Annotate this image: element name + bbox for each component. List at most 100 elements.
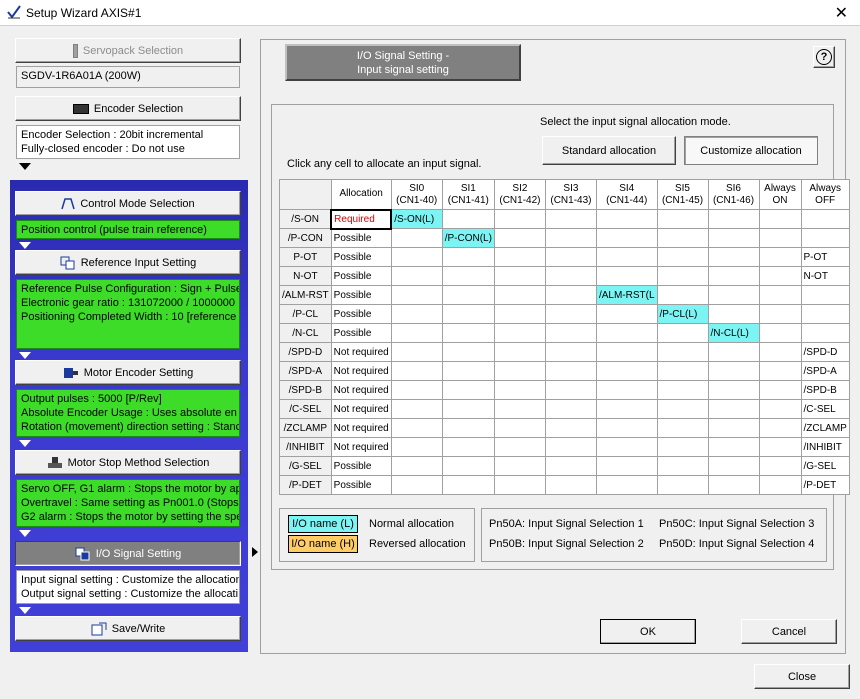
encoder-selection-button[interactable]: Encoder Selection (15, 96, 241, 121)
allocation-cell[interactable] (493, 456, 546, 476)
save-write-button[interactable]: Save/Write (15, 616, 241, 641)
allocation-cell[interactable] (758, 304, 802, 324)
allocation-cell[interactable] (595, 361, 658, 381)
allocation-cell[interactable] (390, 380, 443, 400)
allocation-cell[interactable] (595, 399, 658, 419)
allocation-cell[interactable] (758, 285, 802, 305)
allocation-cell[interactable] (493, 380, 546, 400)
allocation-cell[interactable] (595, 437, 658, 457)
allocation-cell[interactable] (390, 437, 443, 457)
allocation-cell[interactable] (544, 418, 597, 438)
allocation-cell[interactable] (656, 380, 709, 400)
allocation-cell[interactable] (595, 228, 658, 248)
allocation-cell[interactable]: /P-CON(L) (441, 228, 495, 248)
allocation-cell[interactable] (656, 475, 709, 495)
reference-input-button[interactable]: Reference Input Setting (15, 250, 241, 275)
close-icon[interactable]: ✕ (835, 3, 848, 23)
allocation-cell[interactable] (758, 399, 802, 419)
allocation-cell[interactable] (656, 323, 709, 343)
allocation-cell[interactable] (595, 209, 658, 229)
allocation-cell[interactable] (707, 418, 760, 438)
allocation-cell[interactable]: /S-ON(L) (390, 209, 443, 229)
allocation-cell[interactable] (544, 380, 597, 400)
allocation-cell[interactable] (656, 342, 709, 362)
allocation-cell[interactable] (595, 304, 658, 324)
allocation-cell[interactable] (758, 209, 802, 229)
allocation-cell[interactable] (595, 475, 658, 495)
customize-allocation-button[interactable]: Customize allocation (684, 136, 818, 165)
control-mode-button[interactable]: Control Mode Selection (15, 191, 241, 216)
allocation-cell[interactable] (758, 380, 802, 400)
allocation-cell[interactable] (758, 456, 802, 476)
ok-button[interactable]: OK (600, 619, 696, 644)
allocation-cell[interactable] (544, 209, 597, 229)
allocation-cell[interactable] (707, 361, 760, 381)
allocation-cell[interactable] (595, 342, 658, 362)
allocation-cell[interactable] (493, 266, 546, 286)
allocation-cell[interactable] (441, 266, 495, 286)
allocation-cell[interactable] (595, 266, 658, 286)
allocation-cell[interactable] (707, 456, 760, 476)
allocation-cell[interactable]: /ZCLAMP (800, 418, 850, 438)
allocation-cell[interactable] (390, 456, 443, 476)
allocation-cell[interactable] (758, 342, 802, 362)
allocation-cell[interactable] (656, 418, 709, 438)
allocation-cell[interactable] (758, 323, 802, 343)
allocation-cell[interactable] (390, 361, 443, 381)
allocation-cell[interactable] (707, 437, 760, 457)
allocation-cell[interactable] (758, 266, 802, 286)
allocation-cell[interactable] (441, 285, 495, 305)
allocation-cell[interactable] (544, 361, 597, 381)
allocation-cell[interactable] (390, 399, 443, 419)
allocation-cell[interactable] (656, 266, 709, 286)
allocation-cell[interactable] (390, 475, 443, 495)
allocation-cell[interactable] (441, 475, 495, 495)
allocation-cell[interactable] (441, 361, 495, 381)
allocation-cell[interactable] (656, 399, 709, 419)
allocation-cell[interactable] (595, 323, 658, 343)
allocation-cell[interactable] (707, 342, 760, 362)
allocation-cell[interactable] (493, 361, 546, 381)
allocation-cell[interactable] (441, 323, 495, 343)
allocation-cell[interactable]: /N-CL(L) (707, 323, 760, 343)
allocation-cell[interactable] (758, 418, 802, 438)
allocation-cell[interactable] (544, 399, 597, 419)
allocation-cell[interactable]: /INHIBIT (800, 437, 850, 457)
allocation-cell[interactable]: /SPD-A (800, 361, 850, 381)
allocation-cell[interactable]: /SPD-B (800, 380, 850, 400)
allocation-cell[interactable] (493, 228, 546, 248)
allocation-cell[interactable] (441, 209, 495, 229)
allocation-cell[interactable] (544, 247, 597, 267)
allocation-cell[interactable] (656, 209, 709, 229)
allocation-cell[interactable] (493, 399, 546, 419)
allocation-cell[interactable] (493, 342, 546, 362)
allocation-cell[interactable] (441, 399, 495, 419)
allocation-cell[interactable] (656, 456, 709, 476)
allocation-cell[interactable] (707, 399, 760, 419)
close-button[interactable]: Close (754, 664, 850, 689)
allocation-cell[interactable]: N-OT (800, 266, 850, 286)
allocation-cell[interactable]: P-OT (800, 247, 850, 267)
allocation-cell[interactable] (493, 437, 546, 457)
allocation-cell[interactable] (656, 437, 709, 457)
allocation-cell[interactable] (441, 342, 495, 362)
allocation-cell[interactable] (595, 418, 658, 438)
allocation-cell[interactable] (656, 228, 709, 248)
allocation-cell[interactable] (595, 456, 658, 476)
servopack-selection-button[interactable]: Servopack Selection (15, 38, 241, 63)
allocation-cell[interactable]: /P-DET (800, 475, 850, 495)
allocation-cell[interactable] (800, 228, 850, 248)
allocation-cell[interactable] (800, 323, 850, 343)
allocation-cell[interactable] (441, 304, 495, 324)
allocation-cell[interactable] (441, 418, 495, 438)
allocation-cell[interactable] (707, 285, 760, 305)
allocation-cell[interactable] (707, 380, 760, 400)
allocation-cell[interactable] (800, 285, 850, 305)
allocation-cell[interactable] (390, 228, 443, 248)
allocation-cell[interactable]: /G-SEL (800, 456, 850, 476)
allocation-cell[interactable] (390, 266, 443, 286)
allocation-cell[interactable] (544, 342, 597, 362)
allocation-cell[interactable] (493, 475, 546, 495)
allocation-cell[interactable] (544, 475, 597, 495)
allocation-cell[interactable] (656, 285, 709, 305)
